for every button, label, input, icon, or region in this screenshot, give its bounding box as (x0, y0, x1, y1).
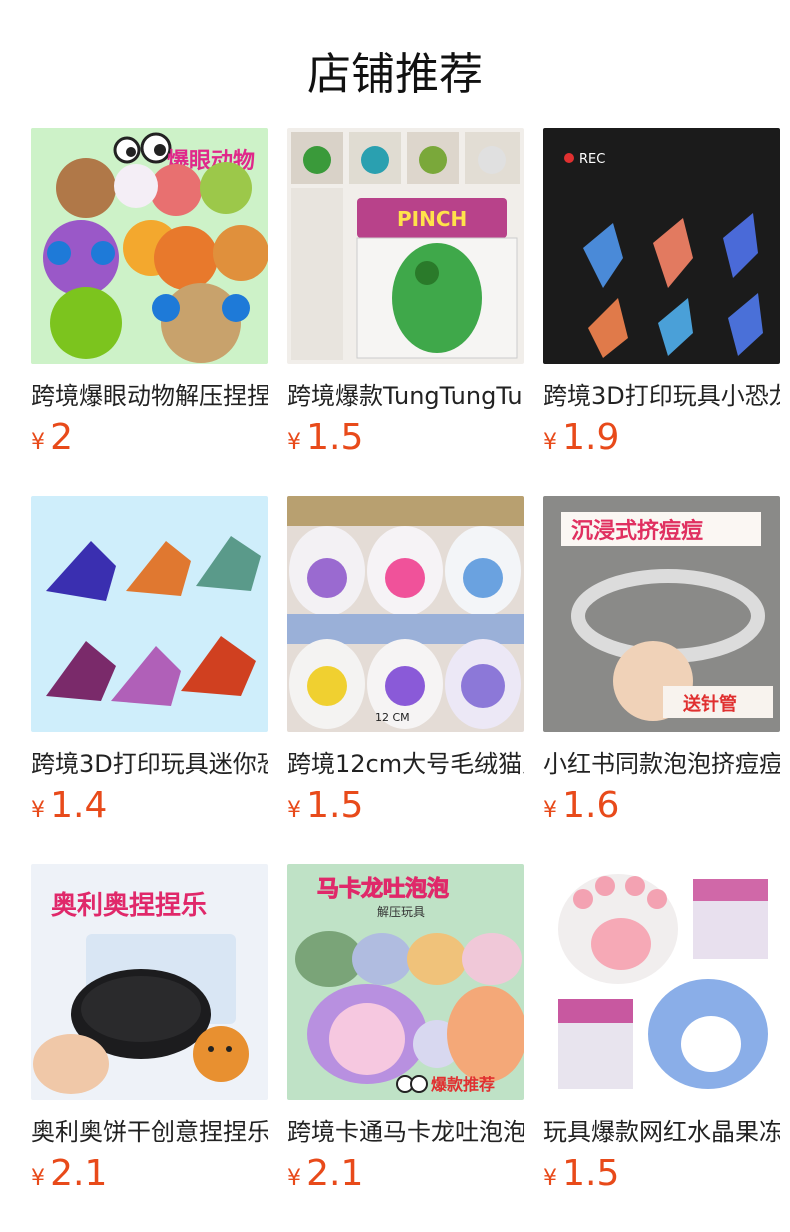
svg-text:奥利奥捏捏乐: 奥利奥捏捏乐 (51, 890, 207, 921)
product-image[interactable]: 马卡龙吐泡泡 解压玩具 爆款推荐 (287, 864, 524, 1100)
product-name[interactable]: 跨境爆眼动物解压捏捏乐 (31, 376, 268, 411)
product-image[interactable] (543, 864, 780, 1100)
product-card[interactable]: 12 CM 跨境12cm大号毛绒猫爪 ¥ 1.5 (287, 496, 524, 826)
product-card[interactable]: REC 跨境3D打印玩具小恐龙 ¥ 1.9 (543, 128, 780, 458)
svg-text:解压玩具: 解压玩具 (377, 905, 425, 919)
svg-text:REC: REC (579, 152, 605, 167)
svg-text:PINCH: PINCH (397, 207, 467, 231)
product-image[interactable]: PINCH (287, 128, 524, 364)
svg-text:12 CM: 12 CM (375, 711, 410, 724)
product-card[interactable]: 跨境3D打印玩具迷你恐龙 ¥ 1.4 (31, 496, 268, 826)
product-name[interactable]: 跨境爆款TungTungTung (287, 376, 524, 411)
product-image[interactable] (31, 496, 268, 732)
price-value: 1.5 (562, 1153, 620, 1194)
product-image[interactable]: REC (543, 128, 780, 364)
product-image[interactable]: 奥利奥捏捏乐 (31, 864, 268, 1100)
product-name[interactable]: 跨境3D打印玩具小恐龙 (543, 376, 780, 411)
product-price: ¥ 1.5 (543, 1153, 780, 1194)
product-price: ¥ 2.1 (287, 1153, 524, 1194)
product-price: ¥ 1.9 (543, 417, 780, 458)
product-name[interactable]: 奥利奥饼干创意捏捏乐 (31, 1112, 268, 1147)
price-value: 2 (50, 417, 73, 458)
svg-text:爆款推荐: 爆款推荐 (431, 1075, 495, 1094)
product-name[interactable]: 跨境卡通马卡龙吐泡泡 (287, 1112, 524, 1147)
product-price: ¥ 1.4 (31, 785, 268, 826)
currency-symbol: ¥ (31, 1166, 45, 1191)
price-value: 1.5 (306, 785, 364, 826)
product-image[interactable]: 爆眼动物 (31, 128, 268, 364)
currency-symbol: ¥ (543, 798, 557, 823)
product-name[interactable]: 跨境3D打印玩具迷你恐龙 (31, 744, 268, 779)
currency-symbol: ¥ (287, 798, 301, 823)
currency-symbol: ¥ (287, 1166, 301, 1191)
page-title: 店铺推荐 (307, 49, 483, 100)
product-image[interactable]: 12 CM (287, 496, 524, 732)
product-name[interactable]: 玩具爆款网红水晶果冻 (543, 1112, 780, 1147)
currency-symbol: ¥ (543, 430, 557, 455)
currency-symbol: ¥ (31, 798, 45, 823)
svg-text:马卡龙吐泡泡: 马卡龙吐泡泡 (317, 876, 449, 902)
svg-text:沉浸式挤痘痘: 沉浸式挤痘痘 (571, 518, 703, 544)
product-price: ¥ 2 (31, 417, 268, 458)
currency-symbol: ¥ (287, 430, 301, 455)
product-card[interactable]: 爆眼动物 跨境爆眼动物解压捏捏乐 ¥ 2 (31, 128, 268, 458)
product-card[interactable]: PINCH 跨境爆款TungTungTung ¥ 1.5 (287, 128, 524, 458)
price-value: 1.6 (562, 785, 620, 826)
price-value: 1.9 (562, 417, 620, 458)
price-value: 2.1 (50, 1153, 108, 1194)
product-card[interactable]: 奥利奥捏捏乐 奥利奥饼干创意捏捏乐 ¥ 2.1 (31, 864, 268, 1194)
product-card[interactable]: 马卡龙吐泡泡 解压玩具 爆款推荐 跨境卡通马卡龙吐泡泡 ¥ 2.1 (287, 864, 524, 1194)
product-price: ¥ 1.5 (287, 417, 524, 458)
price-value: 2.1 (306, 1153, 364, 1194)
svg-text:送针管: 送针管 (682, 693, 737, 715)
product-card[interactable]: 沉浸式挤痘痘 送针管 小红书同款泡泡挤痘痘 ¥ 1.6 (543, 496, 780, 826)
product-name[interactable]: 小红书同款泡泡挤痘痘 (543, 744, 780, 779)
price-value: 1.5 (306, 417, 364, 458)
currency-symbol: ¥ (543, 1166, 557, 1191)
product-price: ¥ 1.5 (287, 785, 524, 826)
price-value: 1.4 (50, 785, 108, 826)
product-name[interactable]: 跨境12cm大号毛绒猫爪 (287, 744, 524, 779)
product-price: ¥ 2.1 (31, 1153, 268, 1194)
product-image[interactable]: 沉浸式挤痘痘 送针管 (543, 496, 780, 732)
currency-symbol: ¥ (31, 430, 45, 455)
product-price: ¥ 1.6 (543, 785, 780, 826)
product-card[interactable]: 玩具爆款网红水晶果冻 ¥ 1.5 (543, 864, 780, 1194)
